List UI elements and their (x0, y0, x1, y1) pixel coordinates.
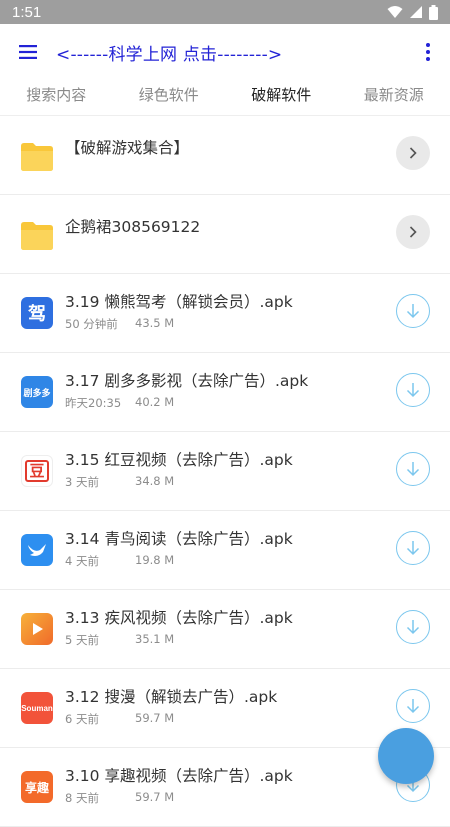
menu-button[interactable] (0, 24, 56, 80)
file-size: 59.7 M (135, 711, 174, 725)
file-time: 4 天前 (65, 554, 99, 568)
file-row[interactable]: 3.14 青鸟阅读（去除广告）.apk 4 天前 19.8 M (0, 511, 450, 590)
download-arrow-icon (406, 382, 420, 398)
file-row[interactable]: 驾 3.19 懒熊驾考（解锁会员）.apk 50 分钟前 43.5 M (0, 274, 450, 353)
file-meta: 5 天前 35.1 M (65, 632, 99, 648)
file-title: 3.13 疾风视频（去除广告）.apk (65, 606, 293, 628)
file-time: 50 分钟前 (65, 317, 118, 331)
file-time: 6 天前 (65, 712, 99, 726)
app-icon-text: 驾 (28, 300, 46, 326)
tab-cracked-software[interactable]: 破解软件 (225, 80, 338, 115)
app-xiangqu-icon: 享趣 (21, 771, 53, 803)
download-arrow-icon (406, 698, 420, 714)
folder-title: 企鹅裙308569122 (65, 215, 200, 237)
wifi-icon (387, 5, 403, 19)
file-time: 昨天20:35 (65, 396, 121, 410)
app-hongdou-icon: 豆 (21, 455, 53, 487)
file-size: 19.8 M (135, 553, 174, 567)
file-title: 3.17 剧多多影视（去除广告）.apk (65, 369, 308, 391)
play-icon (29, 621, 45, 637)
folder-icon (19, 217, 55, 253)
tab-search-content[interactable]: 搜索内容 (0, 80, 113, 115)
file-title: 3.12 搜漫（解锁去广告）.apk (65, 685, 277, 707)
file-size: 59.7 M (135, 790, 174, 804)
tab-bar: 搜索内容 绿色软件 破解软件 最新资源 (0, 80, 450, 116)
file-title: 3.14 青鸟阅读（去除广告）.apk (65, 527, 293, 549)
tab-latest-resources[interactable]: 最新资源 (338, 80, 450, 115)
app-bar: <------科学上网 点击--------> (0, 24, 450, 80)
file-size: 34.8 M (135, 474, 174, 488)
file-meta: 8 天前 59.7 M (65, 790, 99, 806)
app-bird-icon (21, 534, 53, 566)
app-jifeng-icon (21, 613, 53, 645)
file-meta: 昨天20:35 40.2 M (65, 395, 121, 411)
folder-icon (19, 138, 55, 174)
open-folder-button[interactable] (396, 136, 430, 170)
app-juduoduo-icon: 剧多多 (21, 376, 53, 408)
signal-icon (409, 5, 423, 19)
app-icon-text: Souman (21, 704, 53, 713)
status-bar: 1:51 (0, 0, 450, 24)
file-list: 【破解游戏集合】 企鹅裙308569122 驾 3.19 懒熊驾考（解锁会员）.… (0, 116, 450, 827)
file-size: 40.2 M (135, 395, 174, 409)
download-button[interactable] (396, 294, 430, 328)
floating-action-button[interactable] (378, 728, 434, 784)
file-meta: 4 天前 19.8 M (65, 553, 99, 569)
file-row[interactable]: 剧多多 3.17 剧多多影视（去除广告）.apk 昨天20:35 40.2 M (0, 353, 450, 432)
download-arrow-icon (406, 461, 420, 477)
status-icons (387, 5, 438, 20)
download-button[interactable] (396, 689, 430, 723)
app-icon-text: 豆 (25, 460, 48, 482)
file-title: 3.15 红豆视频（去除广告）.apk (65, 448, 293, 470)
open-folder-button[interactable] (396, 215, 430, 249)
file-meta: 6 天前 59.7 M (65, 711, 99, 727)
download-button[interactable] (396, 531, 430, 565)
file-title: 3.19 懒熊驾考（解锁会员）.apk (65, 290, 293, 312)
hamburger-menu-icon (19, 45, 37, 59)
file-time: 3 天前 (65, 475, 99, 489)
file-row[interactable]: Souman 3.12 搜漫（解锁去广告）.apk 6 天前 59.7 M (0, 669, 450, 748)
app-icon-text: 享趣 (25, 779, 49, 796)
app-driving-test-icon: 驾 (21, 297, 53, 329)
download-button[interactable] (396, 610, 430, 644)
folder-title: 【破解游戏集合】 (65, 136, 189, 158)
file-time: 8 天前 (65, 791, 99, 805)
file-title: 3.10 享趣视频（去除广告）.apk (65, 764, 293, 786)
file-meta: 3 天前 34.8 M (65, 474, 99, 490)
file-size: 43.5 M (135, 316, 174, 330)
download-arrow-icon (406, 303, 420, 319)
app-title-link[interactable]: <------科学上网 点击--------> (56, 40, 406, 65)
folder-row[interactable]: 企鹅裙308569122 (0, 195, 450, 274)
status-time: 1:51 (12, 4, 387, 21)
file-time: 5 天前 (65, 633, 99, 647)
chevron-right-icon (409, 147, 417, 159)
battery-icon (429, 5, 438, 20)
app-icon-text: 剧多多 (23, 386, 50, 399)
chevron-right-icon (409, 226, 417, 238)
download-button[interactable] (396, 373, 430, 407)
bird-icon (26, 541, 48, 559)
more-vertical-icon (426, 43, 430, 61)
download-arrow-icon (406, 619, 420, 635)
download-arrow-icon (406, 540, 420, 556)
folder-row[interactable]: 【破解游戏集合】 (0, 116, 450, 195)
app-souman-icon: Souman (21, 692, 53, 724)
download-button[interactable] (396, 452, 430, 486)
file-row[interactable]: 3.13 疾风视频（去除广告）.apk 5 天前 35.1 M (0, 590, 450, 669)
more-options-button[interactable] (406, 24, 450, 80)
file-row[interactable]: 豆 3.15 红豆视频（去除广告）.apk 3 天前 34.8 M (0, 432, 450, 511)
file-meta: 50 分钟前 43.5 M (65, 316, 118, 332)
tab-green-software[interactable]: 绿色软件 (113, 80, 226, 115)
file-size: 35.1 M (135, 632, 174, 646)
